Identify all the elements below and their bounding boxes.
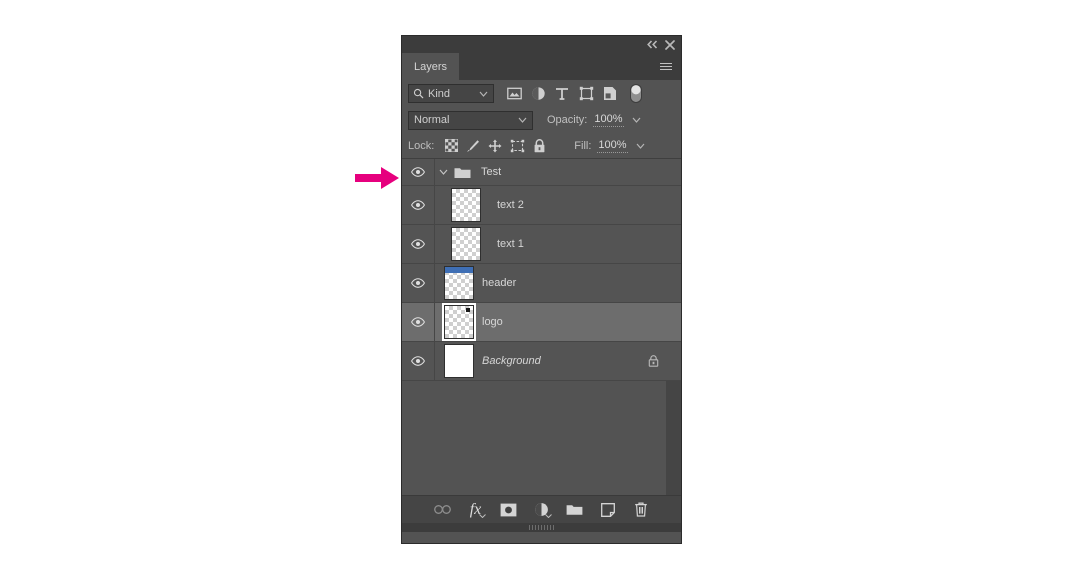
lock-row: Lock: Fill: 100% bbox=[402, 133, 681, 159]
annotation-right-arrow-icon bbox=[355, 167, 399, 189]
layer-row-text-2[interactable]: text 2 bbox=[402, 186, 681, 225]
layer-thumbnail[interactable] bbox=[451, 188, 481, 222]
layer-list[interactable]: Test text 2 text 1 header logo Backgroun… bbox=[402, 159, 681, 495]
thumbnail-content-dot bbox=[465, 308, 470, 312]
layer-row-text-1[interactable]: text 1 bbox=[402, 225, 681, 264]
chevron-down-icon[interactable] bbox=[479, 88, 488, 100]
layer-row-background[interactable]: Background bbox=[402, 342, 681, 381]
brush-icon[interactable] bbox=[462, 135, 484, 157]
opacity-control: Opacity: 100% bbox=[547, 113, 641, 127]
adjustment-icon[interactable] bbox=[532, 500, 552, 520]
layer-name: Background bbox=[482, 355, 541, 367]
thumbnail-selection-ring bbox=[441, 303, 476, 341]
layer-thumbnail-cell[interactable] bbox=[435, 188, 497, 222]
layer-visibility-toggle[interactable] bbox=[402, 225, 435, 263]
chevron-down-icon[interactable] bbox=[518, 114, 527, 126]
fill-label: Fill: bbox=[574, 139, 592, 152]
new-layer-icon[interactable] bbox=[598, 500, 618, 520]
panel-bottom-edge bbox=[402, 532, 681, 539]
layers-panel: Layers Kind Normal Opacity: 100% Lock: F… bbox=[402, 36, 681, 543]
adjustment-icon[interactable] bbox=[526, 83, 550, 105]
tab-layers[interactable]: Layers bbox=[402, 53, 460, 80]
lock-icons bbox=[440, 135, 550, 157]
close-icon[interactable] bbox=[661, 36, 678, 53]
filter-kind-select[interactable]: Kind bbox=[408, 84, 494, 103]
panel-footer-toolbar: fx bbox=[402, 495, 681, 523]
layer-thumbnail-cell[interactable] bbox=[435, 344, 482, 378]
fx-icon[interactable]: fx bbox=[466, 500, 486, 520]
fill-chevron-down-icon[interactable] bbox=[636, 140, 645, 152]
mask-icon[interactable] bbox=[499, 500, 519, 520]
filter-kind-label: Kind bbox=[428, 87, 451, 100]
filter-type-icons bbox=[502, 83, 622, 105]
panel-menu-icon[interactable] bbox=[657, 53, 675, 80]
layer-thumbnail[interactable] bbox=[443, 266, 474, 300]
blend-row: Normal Opacity: 100% bbox=[402, 107, 681, 133]
layer-thumbnail-cell[interactable] bbox=[435, 303, 482, 341]
adjustment-chevron-down-icon[interactable] bbox=[544, 509, 552, 521]
move-icon[interactable] bbox=[484, 135, 506, 157]
folder-icon bbox=[451, 166, 473, 179]
layer-locked-lock-icon[interactable] bbox=[648, 355, 659, 367]
layer-thumbnail[interactable] bbox=[443, 344, 474, 378]
layer-thumbnail[interactable] bbox=[443, 305, 474, 339]
layer-visibility-toggle[interactable] bbox=[402, 303, 435, 341]
layer-thumbnail-cell[interactable] bbox=[435, 227, 497, 261]
layer-name: logo bbox=[482, 316, 503, 328]
layer-visibility-toggle[interactable] bbox=[402, 342, 435, 380]
grip-marks-icon bbox=[528, 525, 555, 530]
image-icon[interactable] bbox=[502, 83, 526, 105]
checkerboard-icon[interactable] bbox=[440, 135, 462, 157]
filter-row: Kind bbox=[402, 80, 681, 107]
artboard-icon[interactable] bbox=[506, 135, 528, 157]
smart-object-icon[interactable] bbox=[598, 83, 622, 105]
trash-icon[interactable] bbox=[631, 500, 651, 520]
tab-layers-label: Layers bbox=[414, 60, 448, 73]
layer-name: Test bbox=[481, 166, 502, 178]
fx-chevron-down-icon[interactable] bbox=[478, 509, 486, 521]
layer-visibility-toggle[interactable] bbox=[402, 159, 435, 185]
type-icon[interactable] bbox=[550, 83, 574, 105]
layer-thumbnail-cell[interactable] bbox=[435, 266, 482, 300]
layer-row-logo[interactable]: logo bbox=[402, 303, 681, 342]
layer-visibility-toggle[interactable] bbox=[402, 264, 435, 302]
layer-thumbnail[interactable] bbox=[451, 227, 481, 261]
layer-name: text 2 bbox=[497, 199, 524, 211]
layer-row-group-test[interactable]: Test bbox=[402, 159, 681, 186]
layer-name: header bbox=[482, 277, 517, 289]
panel-resize-grip[interactable] bbox=[402, 523, 681, 532]
layer-row-header[interactable]: header bbox=[402, 264, 681, 303]
shape-icon[interactable] bbox=[574, 83, 598, 105]
panel-tabbar: Layers bbox=[402, 53, 681, 80]
blend-mode-value: Normal bbox=[414, 114, 450, 126]
layer-name: text 1 bbox=[497, 238, 524, 250]
search-icon bbox=[413, 88, 424, 99]
layer-visibility-toggle[interactable] bbox=[402, 186, 435, 224]
folder-icon[interactable] bbox=[565, 500, 585, 520]
thumbnail-color-bar bbox=[444, 267, 473, 273]
fill-value[interactable]: 100% bbox=[597, 139, 628, 153]
fill-control: Fill: 100% bbox=[574, 139, 644, 153]
opacity-chevron-down-icon[interactable] bbox=[632, 114, 641, 126]
panel-titlebar bbox=[402, 36, 681, 53]
group-expand-chevron-down-icon[interactable] bbox=[435, 169, 451, 175]
link-icon[interactable] bbox=[433, 500, 453, 520]
double-chevron-left-icon[interactable] bbox=[644, 36, 661, 53]
opacity-value[interactable]: 100% bbox=[593, 113, 624, 127]
blend-mode-select[interactable]: Normal bbox=[408, 110, 533, 130]
opacity-label: Opacity: bbox=[547, 114, 588, 126]
lock-icon[interactable] bbox=[528, 135, 550, 157]
filter-enable-toggle[interactable] bbox=[628, 83, 644, 105]
lock-label: Lock: bbox=[408, 139, 435, 152]
